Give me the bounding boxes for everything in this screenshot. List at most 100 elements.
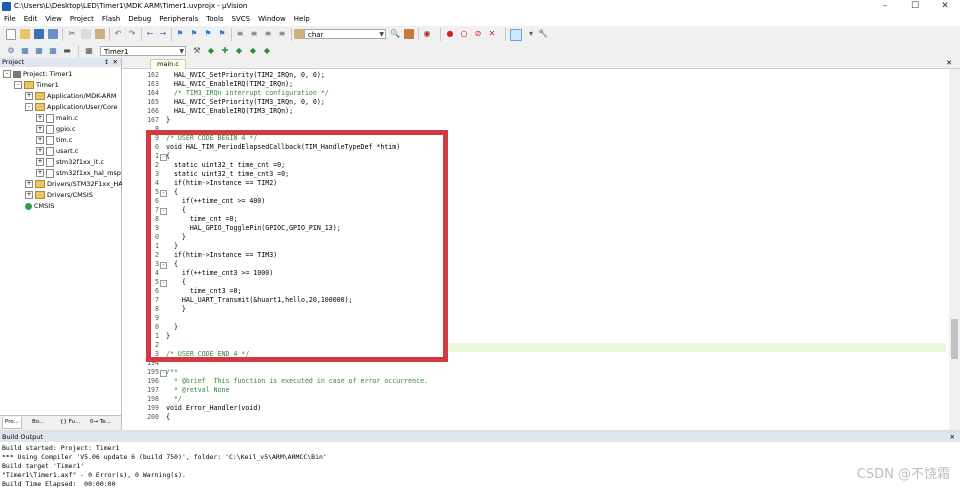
rebuild-icon[interactable]: ▦ xyxy=(34,46,44,56)
target-options-icon[interactable]: ⚒ xyxy=(192,46,202,56)
expand-icon[interactable]: + xyxy=(36,114,44,122)
unindent-icon[interactable]: ≡ xyxy=(249,29,259,39)
tree-item[interactable]: + gpio.c xyxy=(36,124,76,134)
undo-icon[interactable]: ↶ xyxy=(113,29,123,39)
close-icon[interactable]: ✕ xyxy=(113,58,118,67)
menu-file[interactable]: File xyxy=(0,13,20,25)
vertical-scrollbar[interactable] xyxy=(949,69,960,430)
indent-icon[interactable]: ≡ xyxy=(235,29,245,39)
tab-main-c[interactable]: main.c xyxy=(150,59,186,69)
batch-build-icon[interactable]: ▦ xyxy=(48,46,58,56)
expand-icon[interactable]: + xyxy=(36,158,44,166)
menu-project[interactable]: Project xyxy=(66,13,98,25)
line-number: 197 xyxy=(147,386,159,394)
clear-bookmarks-icon[interactable]: ⚑ xyxy=(217,29,227,39)
manage-rte-icon[interactable]: ◆ xyxy=(248,46,258,56)
open-file-icon[interactable] xyxy=(20,29,30,39)
disable-breakpoint-icon[interactable]: ○ xyxy=(459,29,469,39)
code-line: HAL_NVIC_SetPriority(TIM2_IRQn, 0, 0); xyxy=(166,71,325,79)
find-icon[interactable]: 🔍 xyxy=(390,29,400,39)
scrollbar-thumb[interactable] xyxy=(951,319,958,359)
tree-item[interactable]: + main.c xyxy=(36,113,78,123)
tree-item[interactable]: + stm32f1xx_hal_msp xyxy=(36,168,121,178)
comment-icon[interactable]: ≡ xyxy=(263,29,273,39)
expand-icon[interactable]: + xyxy=(36,147,44,155)
new-file-icon[interactable] xyxy=(6,29,16,40)
close-icon[interactable]: ✕ xyxy=(946,58,952,68)
tab-project[interactable]: Pro... xyxy=(2,417,22,429)
menu-tools[interactable]: Tools xyxy=(202,13,227,25)
pin-icon[interactable]: ↕ xyxy=(104,58,109,67)
paste-icon[interactable] xyxy=(95,29,105,39)
expand-icon[interactable]: + xyxy=(25,180,33,188)
next-bookmark-icon[interactable]: ⚑ xyxy=(203,29,213,39)
project-panel: Project ↕ ✕ - Project: Timer1- Timer1 + Appl… xyxy=(0,58,126,430)
navigate-back-icon[interactable]: ← xyxy=(145,29,155,39)
navigate-forward-icon[interactable]: → xyxy=(158,29,168,39)
translate-icon[interactable]: ⚙ xyxy=(6,46,16,56)
manage-environment-icon[interactable]: ✚ xyxy=(220,46,230,56)
prev-bookmark-icon[interactable]: ⚑ xyxy=(189,29,199,39)
close-window-button[interactable]: ✕ xyxy=(930,0,960,13)
save-icon[interactable] xyxy=(34,29,44,39)
tree-item[interactable]: + tim.c xyxy=(36,135,72,145)
chevron-down-icon[interactable]: ▾ xyxy=(526,29,536,39)
redo-icon[interactable]: ↷ xyxy=(127,29,137,39)
build-icon[interactable]: ▦ xyxy=(20,46,30,56)
menu-debug[interactable]: Debug xyxy=(124,13,155,25)
project-panel-title: Project xyxy=(2,58,25,66)
insert-breakpoint-icon[interactable]: ● xyxy=(445,29,455,39)
select-packs-icon[interactable]: ◆ xyxy=(234,46,244,56)
cut-icon[interactable]: ✂ xyxy=(67,29,77,39)
bookmark-icon[interactable]: ⚑ xyxy=(175,29,185,39)
menu-window[interactable]: Window xyxy=(254,13,290,25)
code-line: HAL_NVIC_SetPriority(TIM3_IRQn, 0, 0); xyxy=(166,98,325,106)
file-extensions-icon[interactable]: ◆ xyxy=(206,46,216,56)
tree-item[interactable]: + stm32f1xx_it.c xyxy=(36,157,104,167)
save-all-icon[interactable] xyxy=(48,29,58,39)
incremental-find-icon[interactable] xyxy=(404,29,414,39)
collapse-icon[interactable]: - xyxy=(14,81,22,89)
tab-functions[interactable]: {} Fu... xyxy=(58,417,82,428)
maximize-button[interactable]: ☐ xyxy=(900,0,930,13)
menu-edit[interactable]: Edit xyxy=(20,13,42,25)
kill-all-breakpoints-icon[interactable]: ✕ xyxy=(487,29,497,39)
tree-item[interactable]: - Application/User/Core xyxy=(25,102,118,112)
find-in-files-icon[interactable] xyxy=(294,29,304,39)
stop-build-icon[interactable]: ▬ xyxy=(62,46,72,56)
menu-flash[interactable]: Flash xyxy=(98,13,124,25)
pack-installer-icon[interactable]: ◆ xyxy=(262,46,272,56)
tab-books[interactable]: Bo... xyxy=(30,417,46,428)
menu-view[interactable]: View xyxy=(41,13,66,25)
tree-item[interactable]: + Drivers/STM32F1xx_HAL xyxy=(25,179,126,189)
download-icon[interactable]: ▦ xyxy=(84,46,94,56)
tree-item[interactable]: - Timer1 xyxy=(14,80,59,90)
menu-peripherals[interactable]: Peripherals xyxy=(155,13,202,25)
expand-icon[interactable]: + xyxy=(25,191,33,199)
menu-help[interactable]: Help xyxy=(290,13,314,25)
collapse-icon[interactable]: - xyxy=(3,70,11,78)
target-select[interactable]: Timer1 ▼ xyxy=(100,46,186,56)
tab-templates[interactable]: 0→ Te... xyxy=(88,417,113,428)
menu-svcs[interactable]: SVCS xyxy=(228,13,255,25)
expand-icon[interactable]: + xyxy=(36,125,44,133)
close-icon[interactable]: ✕ xyxy=(950,433,955,442)
disable-all-breakpoints-icon[interactable]: ⊘ xyxy=(473,29,483,39)
find-combo[interactable]: char ▼ xyxy=(304,29,386,39)
expand-icon[interactable]: + xyxy=(25,92,33,100)
editor-tabs: main.c ✕ xyxy=(122,58,960,69)
uncomment-icon[interactable]: ≡ xyxy=(277,29,287,39)
window-layout-icon[interactable] xyxy=(510,29,522,41)
tree-item[interactable]: - Project: Timer1 xyxy=(3,69,72,79)
debug-session-icon[interactable]: ◉ xyxy=(422,29,432,39)
tree-item[interactable]: + Application/MDK-ARM xyxy=(25,91,116,101)
collapse-icon[interactable]: - xyxy=(25,103,33,111)
tree-item[interactable]: + Drivers/CMSIS xyxy=(25,190,93,200)
tree-item[interactable]: + usart.c xyxy=(36,146,78,156)
minimize-button[interactable]: – xyxy=(870,0,900,13)
tree-item[interactable]: CMSIS xyxy=(25,201,54,211)
expand-icon[interactable]: + xyxy=(36,169,44,177)
configure-icon[interactable]: 🔧 xyxy=(538,29,548,39)
copy-icon[interactable] xyxy=(81,29,91,39)
expand-icon[interactable]: + xyxy=(36,136,44,144)
